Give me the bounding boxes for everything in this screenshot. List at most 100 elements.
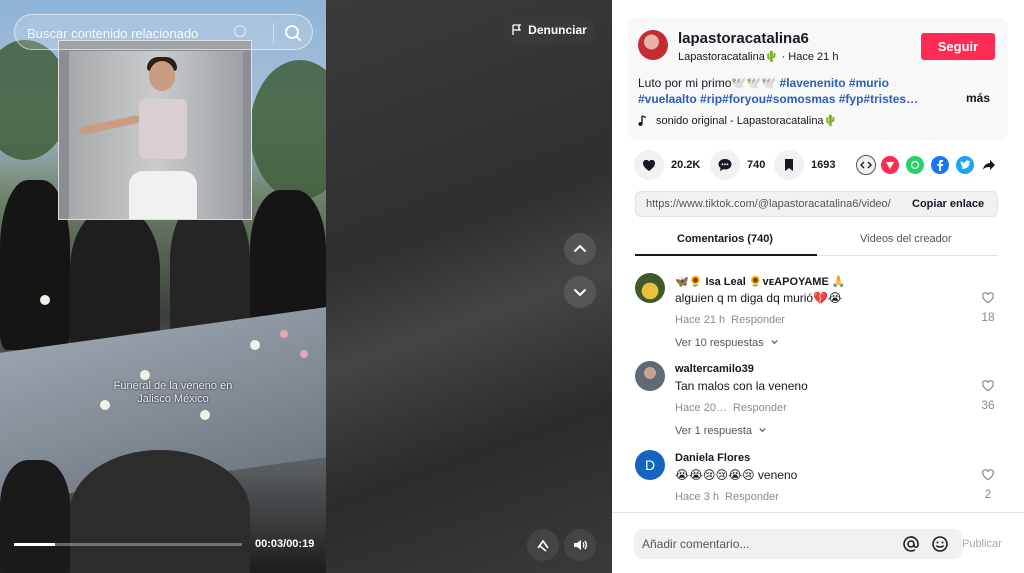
post-comment-button[interactable]: Publicar <box>962 538 1002 550</box>
comment-time: Hace 21 h <box>675 314 726 326</box>
commenter-avatar[interactable]: D <box>635 450 665 480</box>
video-progress-bar[interactable] <box>14 543 242 546</box>
previous-video-button[interactable] <box>564 233 596 265</box>
description-text: Luto por mi primo🕊️🕊️🕊️ <box>638 76 780 90</box>
details-panel: lapastoracatalina6 Lapastoracatalina🌵 · … <box>612 0 1024 573</box>
copy-link-button[interactable]: Copiar enlace <box>912 198 984 210</box>
related-search-box[interactable] <box>14 14 313 50</box>
figure-shape <box>139 99 187 159</box>
comment-meta: Hace 3 h Responder <box>675 491 779 503</box>
heart-icon[interactable] <box>634 150 664 180</box>
music-note-icon <box>638 114 647 126</box>
chevron-up-icon <box>574 244 586 252</box>
comment-like-count: 2 <box>984 487 992 501</box>
tree-shape <box>250 60 326 200</box>
comment-meta: Hace 21 h Responder <box>675 314 785 326</box>
commenter-avatar[interactable] <box>635 273 665 303</box>
commenter-name[interactable]: 🦋🌻 Isa Leal 🌻ᴠᴇAPOYAME 🙏 <box>675 275 846 288</box>
comment-time: Hace 20… <box>675 402 727 414</box>
save-stat[interactable]: 1693 <box>774 150 835 180</box>
next-video-button[interactable] <box>564 276 596 308</box>
more-button[interactable]: más <box>966 91 990 105</box>
crowd-shape <box>0 460 70 573</box>
music-label: sonido original - Lapastoracatalina🌵 <box>656 115 838 127</box>
reply-button[interactable]: Responder <box>733 402 787 414</box>
hashtag-line[interactable]: #vuelaalto #rip#foryou#somosmas #fyp#tri… <box>638 92 918 106</box>
video-player[interactable]: Funeral de la veneno en Jalisco México D… <box>0 0 612 573</box>
twitter-icon[interactable] <box>956 156 974 174</box>
commenter-name[interactable]: waltercamilo39 <box>675 363 754 375</box>
comment-like[interactable]: 2 <box>978 468 998 501</box>
facebook-icon[interactable] <box>931 156 949 174</box>
report-label: Denunciar <box>528 23 587 37</box>
comment-meta: Hace 20… Responder <box>675 402 787 414</box>
heart-outline-icon[interactable] <box>981 291 995 304</box>
view-replies-button[interactable]: Ver 1 respuesta <box>675 425 767 437</box>
search-divider <box>273 23 274 43</box>
flag-icon <box>512 24 522 35</box>
share-link-box: https://www.tiktok.com/@lapastoracatalin… <box>635 191 998 217</box>
reply-button[interactable]: Responder <box>731 314 785 326</box>
comment-like[interactable]: 18 <box>978 291 998 324</box>
engagement-row: 20.2K 740 1693 <box>634 150 1014 180</box>
comment-box[interactable] <box>634 529 962 559</box>
flower-shape <box>140 370 150 380</box>
flower-shape <box>250 340 260 350</box>
comment-stat[interactable]: 740 <box>710 150 765 180</box>
flower-shape <box>280 330 288 338</box>
like-stat[interactable]: 20.2K <box>634 150 700 180</box>
send-icon[interactable] <box>881 156 899 174</box>
floating-player-icon <box>537 539 549 552</box>
floating-player-button[interactable] <box>527 529 559 561</box>
follow-button[interactable]: Seguir <box>921 33 995 60</box>
comment-composer-bar: Publicar <box>612 512 1024 573</box>
bookmark-icon[interactable] <box>774 150 804 180</box>
figure-shape <box>149 61 175 91</box>
flower-shape <box>300 350 308 358</box>
share-arrow-icon[interactable] <box>980 156 998 174</box>
music-row[interactable]: sonido original - Lapastoracatalina🌵 <box>638 114 837 127</box>
embed-icon[interactable] <box>856 155 876 175</box>
comment-text: Tan malos con la veneno <box>675 379 808 393</box>
hashtag-line[interactable]: #lavenenito #murio <box>780 76 889 90</box>
heart-outline-icon[interactable] <box>981 379 995 392</box>
commenter-name[interactable]: Daniela Flores <box>675 452 750 464</box>
comment-icon[interactable] <box>710 150 740 180</box>
figure-shape <box>129 171 197 219</box>
author-subtitle: Lapastoracatalina🌵 · Hace 21 h <box>678 51 839 63</box>
author-name[interactable]: lapastoracatalina6 <box>678 30 809 47</box>
comment-item: waltercamilo39 Tan malos con la veneno H… <box>635 361 1005 441</box>
whatsapp-icon[interactable] <box>906 156 924 174</box>
clear-icon[interactable] <box>234 25 246 37</box>
emoji-icon[interactable] <box>931 535 949 553</box>
chevron-down-icon <box>759 428 766 433</box>
comment-input[interactable] <box>642 536 882 552</box>
chevron-down-icon <box>574 289 586 297</box>
search-icon[interactable] <box>281 21 305 45</box>
flower-shape <box>40 295 50 305</box>
view-replies-button[interactable]: Ver 10 respuestas <box>675 337 779 349</box>
view-replies-label: Ver 10 respuestas <box>675 337 764 349</box>
video-caption-overlay: Funeral de la veneno en Jalisco México <box>113 380 233 405</box>
author-avatar[interactable] <box>638 30 668 60</box>
tab-comments[interactable]: Comentarios (740) <box>677 233 773 245</box>
video-progress-fill <box>14 543 56 546</box>
panel-tabs: Comentarios (740) Videos del creador <box>635 224 998 256</box>
comment-like[interactable]: 36 <box>978 379 998 412</box>
flower-shape <box>200 410 210 420</box>
commenter-avatar[interactable] <box>635 361 665 391</box>
mention-icon[interactable] <box>902 535 920 553</box>
reply-button[interactable]: Responder <box>725 491 779 503</box>
post-description: Luto por mi primo🕊️🕊️🕊️ #lavenenito #mur… <box>638 75 938 107</box>
chevron-down-icon <box>771 340 778 345</box>
volume-icon <box>574 540 587 550</box>
heart-outline-icon[interactable] <box>981 468 995 481</box>
like-count: 20.2K <box>671 159 701 171</box>
share-link-text[interactable]: https://www.tiktok.com/@lapastoracatalin… <box>646 198 902 210</box>
crowd-shape <box>70 450 250 573</box>
video-frame[interactable]: Funeral de la veneno en Jalisco México <box>0 0 326 573</box>
tab-creator-videos[interactable]: Videos del creador <box>860 233 952 245</box>
related-search-input[interactable] <box>27 24 237 42</box>
volume-button[interactable] <box>564 529 596 561</box>
report-button[interactable]: Denunciar <box>503 16 595 44</box>
